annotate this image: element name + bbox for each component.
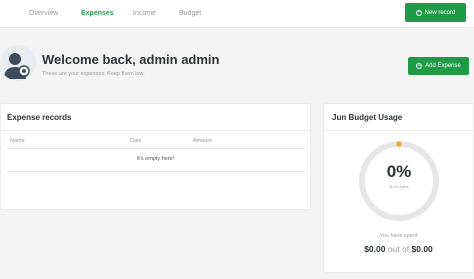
tab-expenses[interactable]: Expenses bbox=[81, 10, 114, 17]
divider bbox=[1, 130, 310, 131]
budget-percent: 0% bbox=[386, 162, 412, 181]
total-amount: $0.00 bbox=[411, 244, 433, 254]
new-record-button[interactable]: + New record bbox=[405, 3, 466, 22]
top-nav: Overview Expenses Income Budget + New re… bbox=[0, 0, 474, 28]
tab-budget[interactable]: Budget bbox=[179, 10, 201, 17]
divider bbox=[324, 130, 473, 131]
expense-records-card: Expense records Name Date Amount It's em… bbox=[0, 103, 311, 210]
budget-usage-card: Jun Budget Usage 0% $0.00 Spent You have… bbox=[323, 103, 474, 273]
table-header-divider bbox=[7, 148, 305, 149]
spent-amount: $0.00 bbox=[364, 244, 386, 254]
spent-label: You have spent bbox=[379, 233, 418, 239]
page-subtitle: These are your expenses. Keep them low. bbox=[42, 71, 145, 77]
page-title: Welcome back, admin admin bbox=[42, 52, 220, 67]
tab-income[interactable]: Income bbox=[133, 10, 156, 17]
out-of-text: out of bbox=[387, 244, 410, 254]
budget-usage-title: Jun Budget Usage bbox=[332, 113, 403, 122]
plus-icon: + bbox=[415, 9, 422, 16]
column-header-amount: Amount bbox=[193, 138, 212, 144]
budget-spent-caption: $0.00 Spent bbox=[389, 185, 409, 189]
user-icon bbox=[0, 45, 36, 81]
column-header-date: Date bbox=[130, 138, 142, 144]
expense-records-title: Expense records bbox=[7, 113, 72, 122]
new-record-label: New record bbox=[424, 9, 456, 16]
tab-overview[interactable]: Overview bbox=[29, 10, 58, 17]
spent-summary: $0.00 out of $0.00 bbox=[324, 244, 473, 254]
table-bottom-divider bbox=[7, 171, 305, 172]
add-expense-button[interactable]: + Add Expense bbox=[408, 57, 469, 75]
donut-progress-indicator bbox=[396, 141, 402, 147]
empty-state-text: It's empty here! bbox=[136, 156, 175, 162]
plus-icon: + bbox=[416, 62, 423, 69]
column-header-name: Name bbox=[10, 138, 25, 144]
add-expense-label: Add Expense bbox=[425, 63, 461, 69]
avatar bbox=[0, 45, 36, 81]
